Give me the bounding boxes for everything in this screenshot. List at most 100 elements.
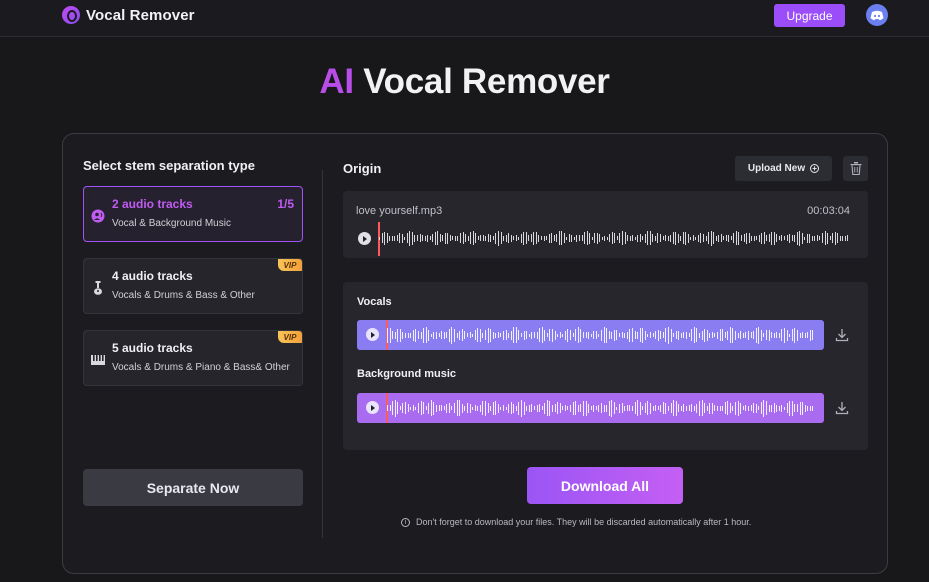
music-player[interactable]: [357, 393, 824, 423]
wave-bar: [411, 231, 413, 245]
wave-bar: [642, 236, 643, 240]
wave-bar: [461, 329, 463, 341]
upload-new-button[interactable]: Upload New +: [735, 156, 832, 181]
play-icon[interactable]: [366, 328, 379, 341]
wave-bar: [505, 234, 507, 242]
wave-bar: [575, 329, 576, 341]
wave-bar: [637, 331, 638, 339]
wave-bar: [657, 406, 659, 410]
option-5-tracks[interactable]: VIP 5 audio tracks Vocals & Drums & Pian…: [83, 330, 303, 386]
wave-bar: [508, 332, 509, 338]
wave-bar: [784, 327, 785, 343]
wave-bar: [558, 231, 560, 245]
wave-bar: [624, 232, 626, 244]
wave-bar: [717, 405, 718, 411]
wave-bar: [477, 405, 478, 411]
wave-bar: [781, 329, 783, 341]
wave-bar: [427, 234, 428, 242]
wave-bar: [570, 330, 571, 340]
wave-bar: [505, 330, 507, 340]
wave-bar: [460, 233, 461, 243]
wave-bar: [503, 405, 504, 411]
wave-bar: [497, 332, 499, 338]
wave-bar: [760, 329, 762, 341]
wave-bar: [675, 331, 677, 339]
wave-bar: [624, 405, 625, 411]
wave-bar: [510, 234, 512, 242]
wave-bar: [536, 331, 538, 339]
wave-bar: [791, 235, 793, 241]
wave-bar: [454, 403, 455, 413]
wave-bar: [477, 328, 478, 342]
wave-bar: [755, 327, 757, 343]
wave-bar: [410, 332, 411, 338]
wave-bar: [414, 234, 415, 242]
logo[interactable]: Vocal Remover: [62, 6, 195, 24]
wave-bar: [776, 234, 777, 242]
wave-bar: [737, 332, 739, 338]
wave-bar: [727, 401, 728, 415]
wave-bar: [562, 406, 563, 410]
trash-icon: [850, 162, 861, 175]
wave-bar: [564, 330, 566, 340]
wave-bar: [430, 333, 432, 337]
wave-bar: [533, 231, 534, 245]
wave-bar: [441, 405, 442, 411]
wave-bar: [686, 331, 687, 339]
vocals-player[interactable]: [357, 320, 824, 350]
wave-bar: [678, 404, 679, 412]
wave-bar: [626, 405, 628, 411]
wave-bar: [606, 236, 608, 240]
wave-bar: [760, 402, 762, 414]
option-2-tracks[interactable]: 2 audio tracks 1/5 Vocal & Background Mu…: [83, 186, 303, 242]
wave-bar: [708, 232, 709, 244]
wave-bar: [706, 329, 708, 341]
wave-bar: [695, 236, 696, 240]
wave-bar: [424, 235, 426, 241]
wave-bar: [497, 230, 499, 246]
download-icon[interactable]: [835, 328, 849, 342]
separate-now-button[interactable]: Separate Now: [83, 469, 303, 506]
wave-bar: [665, 328, 667, 342]
wave-bar: [444, 232, 446, 244]
wave-bar: [412, 329, 414, 341]
wave-bar: [766, 235, 767, 241]
wave-bar: [422, 235, 423, 241]
wave-bar: [771, 332, 772, 338]
wave-bar: [434, 231, 436, 245]
option-4-tracks[interactable]: VIP 4 audio tracks Vocals & Drums & Bass…: [83, 258, 303, 314]
waveform[interactable]: [379, 224, 849, 252]
wave-bar: [570, 404, 571, 412]
wave-bar: [616, 330, 618, 340]
discord-icon[interactable]: [866, 4, 888, 26]
wave-bar: [727, 330, 728, 340]
wave-bar: [559, 403, 561, 413]
wave-bar: [796, 404, 798, 412]
wave-bar: [720, 234, 722, 242]
play-icon[interactable]: [366, 401, 379, 414]
wave-bar: [740, 402, 741, 414]
wave-bar: [571, 234, 572, 242]
wave-bar: [670, 328, 672, 342]
wave-bar: [614, 233, 615, 243]
wave-bar: [631, 405, 633, 411]
download-all-button[interactable]: Download All: [527, 467, 683, 504]
waveform[interactable]: [387, 323, 813, 347]
upgrade-button[interactable]: Upgrade: [774, 4, 845, 27]
wave-bar: [477, 236, 479, 240]
wave-bar: [809, 405, 811, 411]
delete-button[interactable]: [843, 156, 868, 181]
vip-badge: VIP: [278, 331, 302, 343]
waveform[interactable]: [387, 396, 813, 420]
wave-bar: [598, 404, 599, 412]
wave-bar: [546, 400, 548, 416]
download-icon[interactable]: [835, 401, 849, 415]
logo-text: Vocal Remover: [86, 6, 195, 24]
wave-bar: [771, 231, 772, 245]
play-icon[interactable]: [358, 232, 371, 245]
wave-bar: [824, 231, 826, 245]
wave-bar: [742, 406, 744, 410]
wave-bar: [655, 331, 656, 339]
option-subtitle: Vocal & Background Music: [112, 218, 231, 229]
wave-bar: [526, 405, 527, 411]
